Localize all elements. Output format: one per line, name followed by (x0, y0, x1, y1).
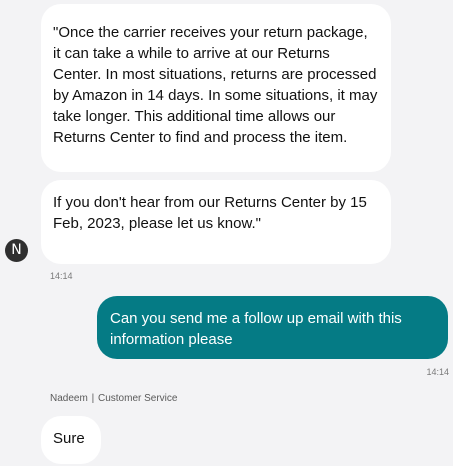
agent-message-timestamp: 14:14 (50, 271, 73, 281)
agent-role: Customer Service (97, 393, 178, 404)
message-text: Can you send me a follow up email with t… (110, 310, 402, 348)
agent-avatar: N (5, 239, 28, 262)
separator: | (91, 393, 95, 404)
agent-name-label: Nadeem | Customer Service (50, 393, 177, 404)
agent-name: Nadeem (50, 393, 88, 404)
message-text: "Once the carrier receives your return p… (53, 24, 378, 146)
agent-message-bubble: Sure (41, 416, 101, 464)
message-text: Sure (53, 430, 85, 447)
agent-message-bubble: "Once the carrier receives your return p… (41, 4, 391, 172)
message-text: If you don't hear from our Returns Cente… (53, 194, 367, 232)
agent-message-bubble: If you don't hear from our Returns Cente… (41, 180, 391, 264)
user-message-bubble: Can you send me a follow up email with t… (97, 296, 448, 359)
user-message-timestamp: 14:14 (426, 367, 449, 377)
